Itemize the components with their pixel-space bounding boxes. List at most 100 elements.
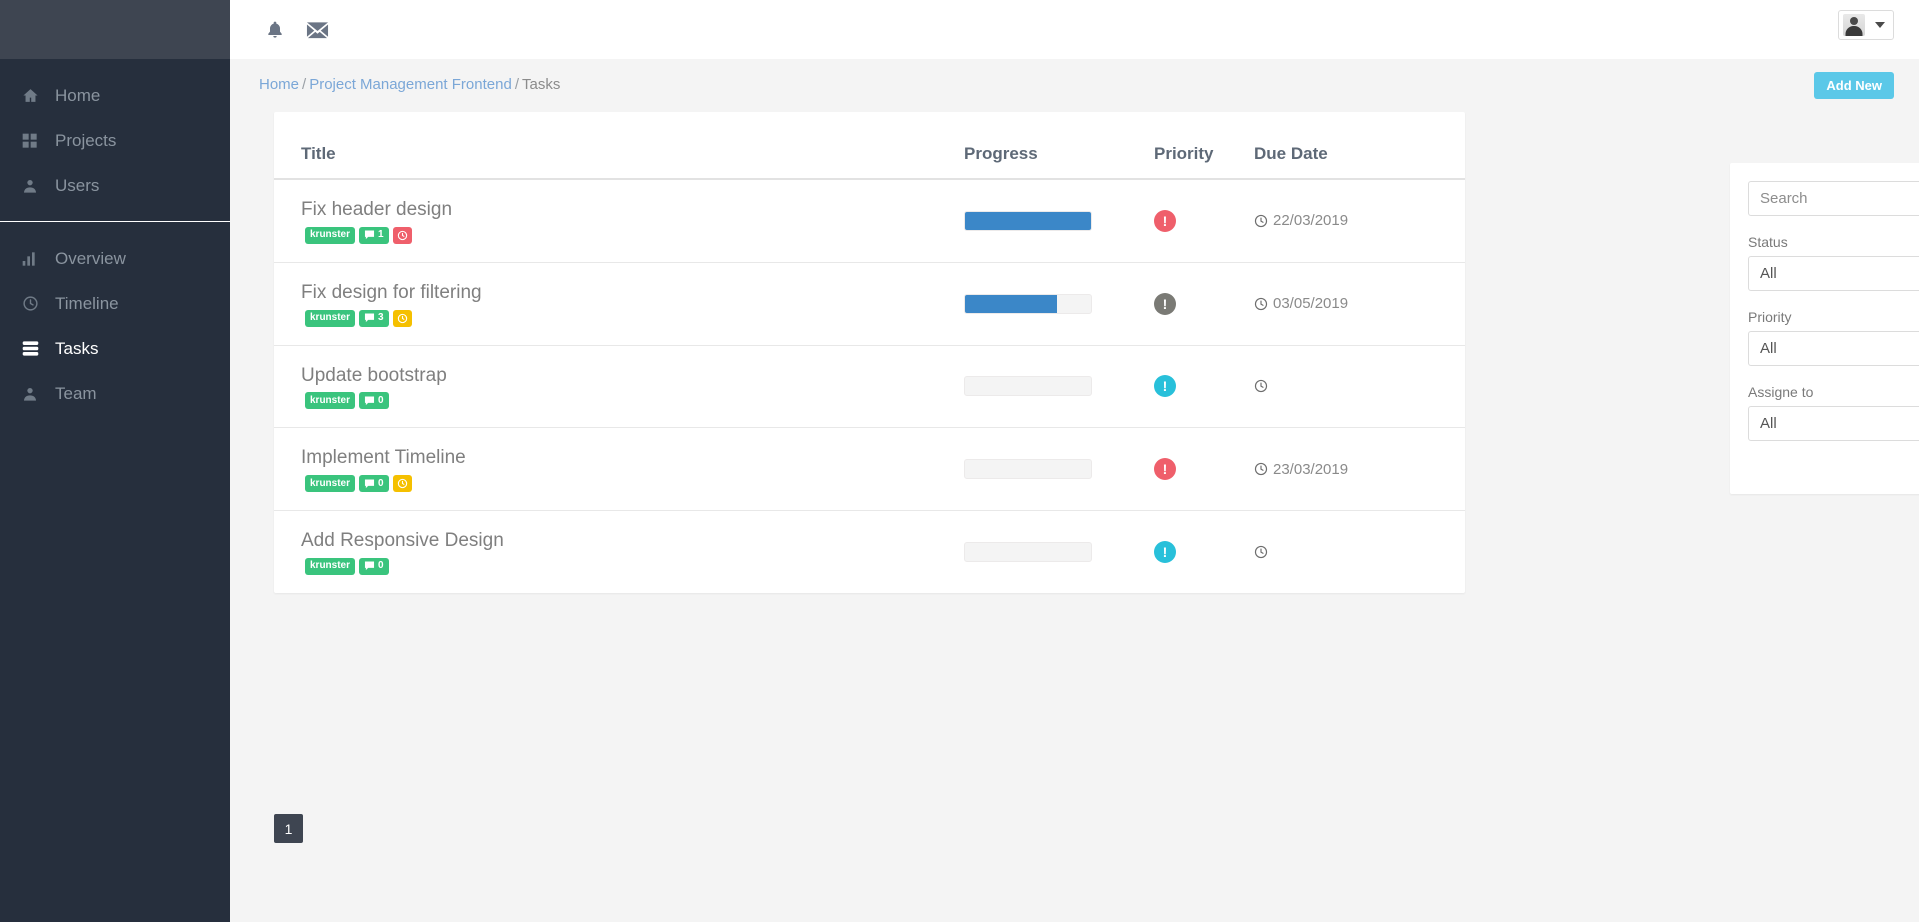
due-date-text: 23/03/2019: [1273, 460, 1349, 478]
status-filter-select[interactable]: All: [1748, 256, 1919, 291]
filter-panel: Status All Priority All Assigne to All: [1730, 163, 1919, 494]
status-filter-wrap: All: [1748, 256, 1919, 291]
assignee-badge[interactable]: krunster: [305, 475, 356, 492]
deadline-clock-badge[interactable]: [392, 226, 412, 244]
table-row[interactable]: Fix design for filtering krunster 3! 03/05/…: [274, 262, 1465, 346]
sidebar: Home Projects Users Overview Timeline Ta…: [0, 0, 230, 922]
task-badges: krunster 0: [301, 475, 964, 492]
breadcrumb: Home / Project Management Frontend / Tasks: [259, 76, 560, 93]
avatar: [1843, 14, 1865, 36]
comment-count-badge[interactable]: 3: [359, 309, 389, 327]
column-header-title[interactable]: Title: [274, 112, 964, 180]
tasks-table-body: Fix header design krunster 1! 22/03/2019 Fix…: [274, 179, 1465, 593]
cell-priority: !: [1154, 427, 1254, 511]
assignee-filter-select[interactable]: All: [1748, 406, 1919, 441]
task-title[interactable]: Fix design for filtering: [301, 281, 964, 305]
due-date: 03/05/2019: [1254, 295, 1465, 312]
column-header-priority[interactable]: Priority: [1154, 112, 1254, 180]
assignee-filter-label: Assigne to: [1748, 384, 1814, 400]
deadline-clock-badge[interactable]: [392, 475, 412, 492]
task-title[interactable]: Fix header design: [301, 198, 964, 222]
assignee-badge[interactable]: krunster: [305, 309, 356, 327]
progress-bar: [964, 541, 1092, 562]
envelope-icon[interactable]: [306, 19, 329, 41]
assignee-badge[interactable]: krunster: [305, 226, 356, 244]
priority-filter-wrap: All: [1748, 331, 1919, 366]
assignee-badge[interactable]: krunster: [305, 392, 356, 410]
progress-bar-fill: [965, 211, 1091, 230]
sidebar-item-team[interactable]: Team: [0, 371, 230, 416]
sidebar-item-overview[interactable]: Overview: [0, 236, 230, 281]
grid-icon: [22, 133, 49, 149]
table-row[interactable]: Fix header design krunster 1! 22/03/2019: [274, 179, 1465, 263]
sidebar-logo-area: [0, 0, 230, 59]
progress-bar: [964, 293, 1092, 314]
table-row[interactable]: Update bootstrap krunster 0!: [274, 345, 1465, 429]
status-filter-label: Status: [1748, 234, 1788, 250]
comment-count-badge[interactable]: 1: [359, 226, 389, 244]
add-new-button[interactable]: Add New: [1814, 72, 1894, 99]
column-header-progress[interactable]: Progress: [964, 112, 1154, 180]
sidebar-item-label: Projects: [55, 131, 117, 150]
priority-filter-select[interactable]: All: [1748, 331, 1919, 366]
assignee-filter-wrap: All: [1748, 406, 1919, 441]
due-date: 23/03/2019: [1254, 461, 1465, 478]
search-input[interactable]: [1748, 181, 1919, 216]
due-date-text: 22/03/2019: [1273, 212, 1349, 230]
comment-count-badge[interactable]: 0: [359, 475, 389, 492]
comment-count-badge[interactable]: 0: [359, 557, 389, 575]
cell-progress: [964, 262, 1154, 346]
task-title[interactable]: Update bootstrap: [301, 364, 964, 388]
breadcrumb-row: Home / Project Management Frontend / Tasks A…: [230, 59, 1919, 111]
user-menu[interactable]: [1838, 10, 1894, 40]
assignee-badge[interactable]: krunster: [305, 557, 356, 575]
cell-progress: [964, 427, 1154, 511]
sidebar-item-users[interactable]: Users: [0, 163, 230, 208]
sidebar-item-tasks[interactable]: Tasks: [0, 326, 230, 371]
breadcrumb-separator: /: [514, 76, 519, 93]
cell-due-date: 23/03/2019: [1254, 427, 1465, 511]
cell-progress: [964, 345, 1154, 429]
progress-bar: [964, 459, 1092, 480]
sidebar-item-projects[interactable]: Projects: [0, 118, 230, 163]
clock-icon: [1254, 462, 1268, 476]
comment-count-badge[interactable]: 0: [359, 392, 389, 410]
topbar: [230, 0, 1919, 59]
tasks-table: Title Progress Priority Due Date Fix hea…: [274, 112, 1465, 593]
table-row[interactable]: Implement Timeline krunster 0! 23/03/2019: [274, 427, 1465, 511]
breadcrumb-home[interactable]: Home: [259, 76, 299, 93]
breadcrumb-current: Tasks: [521, 76, 561, 93]
task-badges: krunster 1: [301, 226, 964, 244]
priority-badge: !: [1154, 292, 1176, 315]
task-title[interactable]: Add Responsive Design: [301, 529, 964, 553]
cell-priority: !: [1154, 179, 1254, 263]
user-icon: [22, 178, 49, 194]
user-icon: [22, 386, 49, 402]
bell-icon[interactable]: [265, 19, 285, 41]
cell-title: Update bootstrap krunster 0: [274, 345, 964, 429]
tasks-table-card: Title Progress Priority Due Date Fix hea…: [274, 112, 1465, 593]
sidebar-item-timeline[interactable]: Timeline: [0, 281, 230, 326]
cell-title: Add Responsive Design krunster 0: [274, 511, 964, 593]
task-title[interactable]: Implement Timeline: [301, 446, 964, 470]
column-header-due-date[interactable]: Due Date: [1254, 112, 1465, 180]
cell-due-date: [1254, 345, 1465, 429]
clock-icon: [1254, 297, 1268, 311]
clock-icon: [1254, 214, 1268, 228]
sidebar-item-home[interactable]: Home: [0, 73, 230, 118]
cell-title: Implement Timeline krunster 0: [274, 427, 964, 511]
cell-due-date: [1254, 511, 1465, 593]
comment-count: 0: [378, 394, 384, 406]
comment-count: 0: [378, 560, 384, 572]
priority-badge: !: [1154, 209, 1176, 232]
cell-progress: [964, 511, 1154, 593]
pagination-page-1[interactable]: 1: [274, 814, 303, 843]
main-content: Home / Project Management Frontend / Tasks A…: [230, 59, 1919, 922]
table-row[interactable]: Add Responsive Design krunster 0!: [274, 511, 1465, 593]
breadcrumb-project[interactable]: Project Management Frontend: [309, 76, 512, 93]
pagination: 1: [274, 814, 303, 843]
cell-title: Fix header design krunster 1: [274, 179, 964, 263]
bar-chart-icon: [22, 251, 49, 267]
deadline-clock-badge[interactable]: [392, 309, 412, 327]
app-root: Home Projects Users Overview Timeline Ta…: [0, 0, 1919, 922]
